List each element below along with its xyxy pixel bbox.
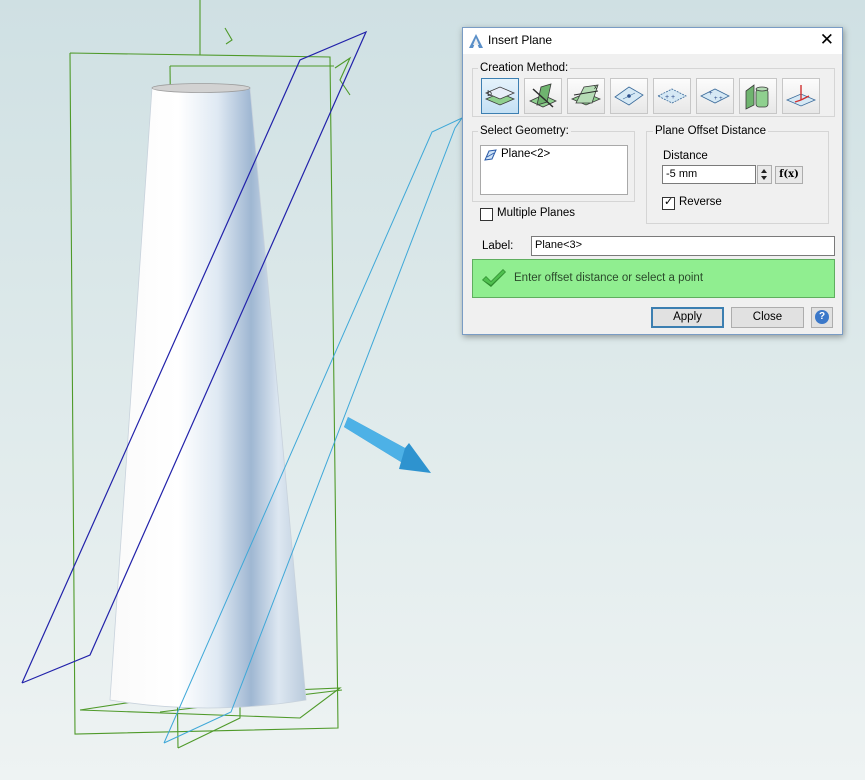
svg-text:+ +: + + — [714, 96, 723, 102]
cone-top-face — [151, 83, 251, 93]
dialog-titlebar[interactable]: Insert Plane ✕ — [463, 28, 842, 54]
status-message: Enter offset distance or select a point — [514, 272, 704, 284]
svg-text:+: + — [709, 91, 713, 97]
label-field-label: Label: — [482, 240, 514, 252]
reverse-label[interactable]: Reverse — [679, 196, 722, 208]
select-geometry-legend: Select Geometry: — [478, 125, 571, 137]
tangent-plane-icon — [745, 84, 769, 110]
plane-through-point-icon — [614, 86, 644, 106]
plane-from-coordinate-system-button[interactable] — [782, 78, 820, 114]
plane-through-three-points-icon: + + — [657, 88, 687, 104]
plane-through-point-button[interactable] — [610, 78, 648, 114]
creation-method-group: Creation Method: b x + + + + + — [472, 62, 835, 117]
offset-plane-icon: b — [484, 86, 516, 106]
list-item[interactable]: Plane<2> — [501, 148, 550, 160]
close-icon[interactable]: ✕ — [820, 31, 834, 49]
help-button[interactable]: ? — [811, 307, 833, 328]
spinner-up-icon[interactable] — [761, 169, 767, 173]
plane-from-coordinate-system-icon — [785, 85, 817, 107]
reverse-checkbox[interactable]: ✓ — [662, 196, 675, 210]
offset-direction-arrow — [344, 417, 431, 473]
geometry-listbox[interactable]: Plane<2> — [480, 145, 628, 195]
checkmark-icon: ✓ — [664, 196, 674, 208]
plane-through-edges-button[interactable]: x — [567, 78, 605, 114]
distance-spinner[interactable] — [757, 165, 772, 184]
offset-distance-group: Plane Offset Distance Distance -5 mm f(x… — [646, 125, 829, 224]
plane-through-edges-icon: x — [570, 84, 602, 106]
apply-button[interactable]: Apply — [651, 307, 724, 328]
distance-input[interactable]: -5 mm — [662, 165, 756, 184]
svg-text:x: x — [594, 85, 597, 91]
multiple-planes-label[interactable]: Multiple Planes — [497, 207, 575, 219]
close-button[interactable]: Close — [731, 307, 804, 328]
plane-through-two-points-button[interactable]: + + + — [696, 78, 734, 114]
distance-label: Distance — [663, 150, 708, 162]
formula-button[interactable]: f(x) — [775, 166, 803, 184]
tangent-plane-button[interactable] — [739, 78, 777, 114]
offset-plane-button[interactable]: b — [481, 78, 519, 114]
plane-icon — [484, 149, 497, 161]
app-logo-icon — [469, 34, 483, 48]
cone-body — [109, 87, 307, 709]
offset-distance-legend: Plane Offset Distance — [653, 125, 769, 137]
insert-plane-dialog: Insert Plane ✕ Creation Method: b x + + … — [462, 27, 843, 335]
check-icon — [482, 269, 506, 287]
status-message-bar: Enter offset distance or select a point — [472, 259, 835, 298]
dialog-title: Insert Plane — [488, 33, 553, 47]
plane-at-angle-icon — [529, 83, 557, 108]
plane-through-two-points-icon: + + + — [700, 88, 730, 104]
creation-method-legend: Creation Method: — [478, 62, 571, 74]
plane-through-three-points-button[interactable]: + + — [653, 78, 691, 114]
help-icon: ? — [815, 310, 829, 324]
svg-text:+ +: + + — [665, 94, 675, 101]
multiple-planes-checkbox[interactable] — [480, 208, 493, 221]
spinner-down-icon[interactable] — [761, 176, 767, 180]
select-geometry-group: Select Geometry: Plane<2> — [472, 125, 635, 202]
plane-at-angle-button[interactable] — [524, 78, 562, 114]
label-input[interactable]: Plane<3> — [531, 236, 835, 256]
svg-text:b: b — [487, 89, 492, 98]
